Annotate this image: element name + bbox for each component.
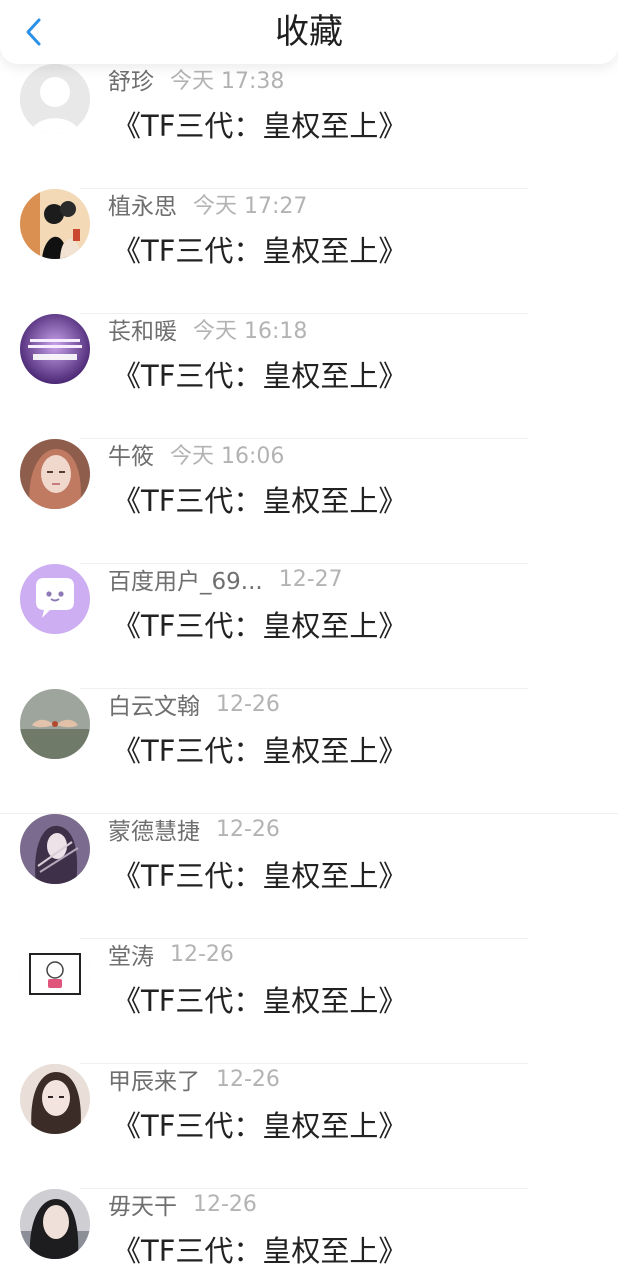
timestamp: 12-27 <box>278 566 343 592</box>
timestamp: 12-26 <box>170 941 234 967</box>
user-name: 百度用户_69... <box>108 569 263 595</box>
user-name: 蒙德慧捷 <box>108 819 200 845</box>
story-title: 《TF三代：皇权至上》 <box>112 734 408 768</box>
timestamp: 12-26 <box>216 691 280 717</box>
list-item[interactable]: 蒙德慧捷 12-26 《TF三代：皇权至上》 <box>0 814 618 939</box>
story-title: 《TF三代：皇权至上》 <box>112 359 408 393</box>
anime-character-avatar <box>20 814 90 884</box>
girl-photo-avatar <box>20 1189 90 1259</box>
list-item[interactable]: 甲辰来了 12-26 《TF三代：皇权至上》 <box>0 1064 618 1189</box>
item-meta: 牛筱 今天 16:06 <box>108 439 285 470</box>
user-name: 白云文翰 <box>108 694 200 720</box>
story-title: 《TF三代：皇权至上》 <box>112 484 408 518</box>
list-item[interactable]: 植永思 今天 17:27 《TF三代：皇权至上》 <box>0 189 618 314</box>
story-title: 《TF三代：皇权至上》 <box>112 1234 408 1268</box>
portrait-avatar <box>20 439 90 509</box>
story-title: 《TF三代：皇权至上》 <box>112 234 408 268</box>
page-title: 收藏 <box>275 12 343 52</box>
list-item[interactable]: 白云文翰 12-26 《TF三代：皇权至上》 <box>0 689 618 814</box>
list-item[interactable]: 百度用户_69... 12-27 《TF三代：皇权至上》 <box>0 564 618 689</box>
user-name: 堂涛 <box>108 944 154 970</box>
purple-chat-bubble-avatar <box>20 564 90 634</box>
timestamp: 12-26 <box>193 1191 257 1217</box>
story-title: 《TF三代：皇权至上》 <box>112 859 408 893</box>
item-meta: 百度用户_69... 12-27 <box>108 564 343 596</box>
item-meta: 苌和暖 今天 16:18 <box>108 314 308 345</box>
sketch-character-avatar <box>20 939 90 1009</box>
purple-text-avatar <box>20 314 90 384</box>
list-item[interactable]: 牛筱 今天 16:06 《TF三代：皇权至上》 <box>0 439 618 564</box>
story-title: 《TF三代：皇权至上》 <box>112 984 408 1018</box>
favorites-list: 舒珍 今天 17:38 《TF三代：皇权至上》 植永思 今天 17:27 《TF… <box>0 64 618 1280</box>
timestamp: 今天 17:27 <box>193 194 308 219</box>
timestamp: 今天 16:18 <box>193 319 308 344</box>
story-title: 《TF三代：皇权至上》 <box>112 109 408 143</box>
user-name: 植永思 <box>108 194 177 220</box>
item-meta: 堂涛 12-26 <box>108 939 234 971</box>
girl-portrait-avatar <box>20 1064 90 1134</box>
timestamp: 12-26 <box>216 816 280 842</box>
user-name: 牛筱 <box>108 444 154 470</box>
timestamp: 今天 17:38 <box>170 69 285 94</box>
header-bar: 收藏 <box>0 0 618 64</box>
couple-illustration-avatar <box>20 189 90 259</box>
timestamp: 今天 16:06 <box>170 444 285 469</box>
user-name: 毋天干 <box>108 1194 177 1220</box>
list-item[interactable]: 苌和暖 今天 16:18 《TF三代：皇权至上》 <box>0 314 618 439</box>
item-meta: 毋天干 12-26 <box>108 1189 257 1221</box>
item-meta: 甲辰来了 12-26 <box>108 1064 280 1096</box>
item-meta: 舒珍 今天 17:38 <box>108 64 285 95</box>
list-item[interactable]: 毋天干 12-26 《TF三代：皇权至上》 <box>0 1189 618 1280</box>
item-meta: 白云文翰 12-26 <box>108 689 280 721</box>
default-avatar-icon <box>20 64 90 134</box>
list-item[interactable]: 堂涛 12-26 《TF三代：皇权至上》 <box>0 939 618 1064</box>
user-name: 甲辰来了 <box>108 1069 200 1095</box>
list-item[interactable]: 舒珍 今天 17:38 《TF三代：皇权至上》 <box>0 64 618 189</box>
hands-avatar <box>20 689 90 759</box>
user-name: 苌和暖 <box>108 319 177 345</box>
story-title: 《TF三代：皇权至上》 <box>112 1109 408 1143</box>
item-meta: 蒙德慧捷 12-26 <box>108 814 280 846</box>
item-meta: 植永思 今天 17:27 <box>108 189 308 220</box>
story-title: 《TF三代：皇权至上》 <box>112 609 408 643</box>
user-name: 舒珍 <box>108 69 154 95</box>
timestamp: 12-26 <box>216 1066 280 1092</box>
